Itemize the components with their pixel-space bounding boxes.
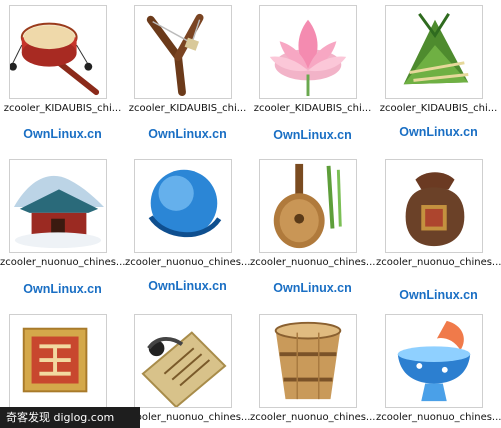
- bucket-icon[interactable]: [259, 314, 357, 408]
- file-name: zcooler_KIDAUBIS_chi...: [379, 103, 498, 114]
- file-name: zcooler_nuonuo_chines...: [125, 412, 250, 423]
- file-name: zcooler_KIDAUBIS_chi...: [3, 103, 122, 114]
- seal-icon[interactable]: [9, 314, 107, 408]
- file-name: zcooler_nuonuo_chines...: [250, 257, 375, 268]
- money-bag-icon[interactable]: [385, 159, 483, 253]
- fish-bowl-icon[interactable]: [385, 314, 483, 408]
- lotus-icon[interactable]: [259, 5, 357, 99]
- site-watermark-bar: 奇客发现 diglog.com: [0, 407, 140, 428]
- icon-grid: zcooler_KIDAUBIS_chi... zcooler_KIDAUBIS…: [0, 0, 501, 428]
- watermark: OwnLinux.cn: [23, 282, 102, 296]
- temple-icon[interactable]: [9, 159, 107, 253]
- slingshot-icon[interactable]: [134, 5, 232, 99]
- watermark: OwnLinux.cn: [23, 127, 102, 141]
- watermark: OwnLinux.cn: [273, 281, 352, 295]
- watermark: OwnLinux.cn: [399, 125, 478, 139]
- pipa-icon[interactable]: [259, 159, 357, 253]
- watermark: OwnLinux.cn: [148, 127, 227, 141]
- file-name: zcooler_nuonuo_chines...: [376, 257, 501, 268]
- watermark: OwnLinux.cn: [148, 279, 227, 293]
- globe-icon[interactable]: [134, 159, 232, 253]
- file-name: zcooler_KIDAUBIS_chi...: [128, 103, 247, 114]
- watermark: OwnLinux.cn: [399, 288, 478, 302]
- file-name: zcooler_nuonuo_chines...: [250, 412, 375, 423]
- drum-icon[interactable]: [9, 5, 107, 99]
- file-name: zcooler_KIDAUBIS_chi...: [253, 103, 372, 114]
- letter-icon[interactable]: [134, 314, 232, 408]
- file-name: zcooler_nuonuo_chines...: [125, 257, 250, 268]
- zongzi-icon[interactable]: [385, 5, 483, 99]
- file-name: zcooler_nuonuo_chines...: [376, 412, 501, 423]
- watermark: OwnLinux.cn: [273, 128, 352, 142]
- file-name: zcooler_nuonuo_chines...: [0, 257, 125, 268]
